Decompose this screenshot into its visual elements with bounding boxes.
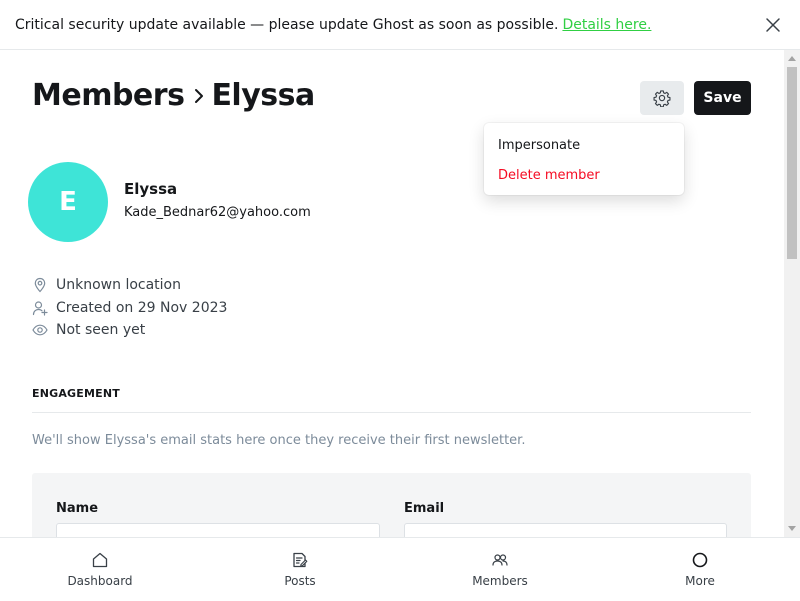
member-settings-button[interactable] [640,81,684,115]
member-details-form: Name Email [32,473,751,537]
name-field[interactable] [56,523,380,537]
scroll-down-arrow[interactable] [788,526,796,531]
section-divider [32,412,751,413]
engagement-heading: ENGAGEMENT [32,387,120,400]
scroll-thumb[interactable] [787,67,797,259]
nav-members-label: Members [472,574,528,588]
avatar: E [28,162,108,242]
save-button[interactable]: Save [694,81,751,115]
chevron-right-icon [195,88,204,103]
email-label: Email [404,501,445,516]
created-text: Created on 29 Nov 2023 [56,300,228,316]
bottom-nav: Dashboard Posts Members More [0,537,800,600]
eye-icon [32,324,48,336]
page-title: Elyssa [211,78,315,113]
nav-posts[interactable]: Posts [200,538,400,601]
breadcrumb: Members Elyssa [32,78,315,113]
breadcrumb-members-link[interactable]: Members [32,78,185,113]
delete-member-menu-item[interactable]: Delete member [484,161,684,191]
last-seen-row: Not seen yet [32,322,145,338]
members-icon [492,554,508,566]
nav-more-label: More [685,574,715,588]
page-scrollbar[interactable] [784,50,800,537]
close-icon[interactable] [764,16,782,34]
engagement-note: We'll show Elyssa's email stats here onc… [32,433,526,448]
security-banner: Critical security update available — ple… [0,0,800,50]
nav-more[interactable]: More [600,538,800,601]
location-pin-icon [34,277,46,293]
nav-dashboard[interactable]: Dashboard [0,538,200,601]
member-name: Elyssa [124,180,178,198]
user-add-icon [32,301,48,316]
circle-icon [692,552,708,568]
member-actions-menu: Impersonate Delete member [484,123,684,195]
last-seen-text: Not seen yet [56,322,146,338]
member-email: Kade_Bednar62@yahoo.com [124,205,311,220]
nav-posts-label: Posts [284,574,316,588]
banner-details-link[interactable]: Details here. [562,17,651,33]
email-field[interactable] [404,523,727,537]
location-row: Unknown location [32,277,181,293]
gear-icon [653,90,671,107]
created-row: Created on 29 Nov 2023 [32,300,227,316]
nav-dashboard-label: Dashboard [67,574,133,588]
member-detail-page: Members Elyssa Save Impersonate Delete m… [0,50,784,537]
location-text: Unknown location [56,277,181,293]
posts-icon [293,552,308,568]
impersonate-menu-item[interactable]: Impersonate [484,131,684,161]
banner-message: Critical security update available — ple… [15,16,559,33]
name-label: Name [56,501,99,516]
home-icon [92,552,108,568]
scroll-up-arrow[interactable] [788,56,796,61]
nav-members[interactable]: Members [400,538,600,601]
